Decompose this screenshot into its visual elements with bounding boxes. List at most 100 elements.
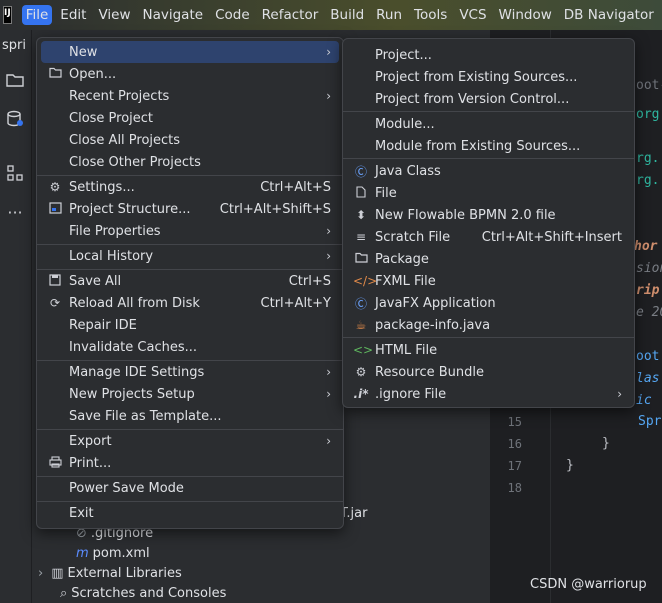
package-info-icon: ☕ [355, 318, 367, 332]
new-fxml-file[interactable]: </> FXML File [347, 270, 630, 292]
code-line[interactable]: } [566, 458, 574, 473]
file-menu-settings[interactable]: ⚙ Settings... Ctrl+Alt+S [41, 176, 339, 198]
file-menu-print[interactable]: Print... [41, 452, 339, 474]
file-menu-local-history[interactable]: Local History › [41, 245, 339, 267]
tree-item-jar[interactable]: T.jar [340, 506, 367, 521]
new-package[interactable]: Package [347, 248, 630, 270]
html-icon: <> [353, 343, 374, 357]
menu-item-label: Close All Projects [69, 132, 181, 148]
new-submenu: Project... Project from Existing Sources… [342, 38, 635, 408]
new-module-from-existing-sources[interactable]: Module from Existing Sources... [347, 135, 630, 157]
menu-item-label: Local History [69, 248, 154, 264]
code-line[interactable]: Spr [638, 414, 661, 429]
file-menu-new[interactable]: New › [41, 41, 339, 63]
file-menu-power-save-mode[interactable]: Power Save Mode [41, 477, 339, 499]
menu-item-label: Save All [69, 273, 122, 289]
chevron-right-icon: › [326, 365, 331, 379]
file-menu-save-all[interactable]: Save All Ctrl+S [41, 270, 339, 292]
menu-item-label: File [375, 185, 397, 201]
new-file[interactable]: File [347, 182, 630, 204]
file-menu-file-properties[interactable]: File Properties › [41, 220, 339, 242]
file-menu-recent-projects[interactable]: Recent Projects › [41, 85, 339, 107]
menu-navigate[interactable]: Navigate [143, 7, 204, 23]
menu-view[interactable]: View [98, 7, 130, 23]
file-menu-close-other-projects[interactable]: Close Other Projects [41, 151, 339, 173]
file-menu-invalidate-caches[interactable]: Invalidate Caches... [41, 336, 339, 358]
menu-window[interactable]: Window [499, 7, 552, 23]
new-project-from-vcs[interactable]: Project from Version Control... [347, 88, 630, 110]
menu-code[interactable]: Code [215, 7, 250, 23]
menu-file[interactable]: File [21, 5, 53, 25]
tool-window-strip: ··· [0, 30, 32, 603]
file-menu-project-structure[interactable]: Project Structure... Ctrl+Alt+Shift+S [41, 198, 339, 220]
file-menu-manage-ide-settings[interactable]: Manage IDE Settings › [41, 361, 339, 383]
menu-item-label: New Projects Setup [69, 386, 195, 402]
resource-bundle-icon: ⚙ [355, 365, 367, 379]
menu-tools[interactable]: Tools [414, 7, 447, 23]
scratch-file-icon: ≡ [355, 230, 367, 244]
menu-item-label: Recent Projects [69, 88, 170, 104]
menu-item-label: Project from Version Control... [375, 91, 570, 107]
new-resource-bundle[interactable]: ⚙ Resource Bundle [347, 361, 630, 383]
new-javafx-application[interactable]: Ⓒ JavaFX Application [347, 292, 630, 314]
menu-edit[interactable]: Edit [60, 7, 86, 23]
code-fragment: ic [636, 393, 652, 408]
new-ignore-file[interactable]: .i* .ignore File › [347, 383, 630, 405]
menu-item-label: package-info.java [375, 317, 491, 333]
file-menu-exit[interactable]: Exit [41, 502, 339, 524]
menu-vcs[interactable]: VCS [459, 7, 486, 23]
more-icon[interactable]: ··· [4, 202, 26, 224]
file-menu-export[interactable]: Export › [41, 430, 339, 452]
scratches-icon: ⌕ [60, 586, 68, 601]
new-scratch-file[interactable]: ≡ Scratch File Ctrl+Alt+Shift+Insert [347, 226, 630, 248]
code-fragment: oot [636, 349, 660, 364]
file-menu-close-project[interactable]: Close Project [41, 107, 339, 129]
database-icon[interactable] [4, 110, 26, 132]
menu-db-navigator[interactable]: DB Navigator [564, 7, 654, 23]
code-fragment: oot- [636, 78, 662, 93]
file-menu-repair-ide[interactable]: Repair IDE [41, 314, 339, 336]
menu-build[interactable]: Build [330, 7, 364, 23]
new-flowable-bpmn[interactable]: ⬍ New Flowable BPMN 2.0 file [347, 204, 630, 226]
reload-icon: ⟳ [49, 296, 61, 310]
line-number: 17 [507, 459, 522, 473]
menu-item-label: .ignore File [375, 386, 447, 402]
new-java-class[interactable]: Ⓒ Java Class [347, 160, 630, 182]
menu-item-label: New Flowable BPMN 2.0 file [375, 207, 556, 223]
tree-item-pom[interactable]: m pom.xml [76, 546, 150, 561]
tree-item-scratches[interactable]: ⌕ Scratches and Consoles [60, 586, 226, 601]
new-html-file[interactable]: <> HTML File [347, 339, 630, 361]
file-menu-open[interactable]: Open... [41, 63, 339, 85]
line-number: 16 [507, 437, 522, 451]
new-project[interactable]: Project... [347, 44, 630, 66]
menu-item-label: Print... [69, 455, 112, 471]
file-menu-close-all-projects[interactable]: Close All Projects [41, 129, 339, 151]
menu-separator [343, 158, 634, 159]
structure-icon[interactable] [4, 164, 26, 186]
menu-item-label: Java Class [375, 163, 441, 179]
menu-item-label: Power Save Mode [69, 480, 184, 496]
new-module[interactable]: Module... [347, 113, 630, 135]
tree-item-external-libraries[interactable]: › ▥ External Libraries [38, 566, 182, 581]
project-folder-icon[interactable] [4, 72, 26, 94]
new-package-info[interactable]: ☕ package-info.java [347, 314, 630, 336]
menu-run[interactable]: Run [376, 7, 402, 23]
watermark: CSDN @warriorup [530, 577, 647, 592]
menu-item-label: Manage IDE Settings [69, 364, 205, 380]
new-project-from-existing-sources[interactable]: Project from Existing Sources... [347, 66, 630, 88]
menu-refactor[interactable]: Refactor [262, 7, 319, 23]
menu-item-label: Module... [375, 116, 435, 132]
print-icon [47, 455, 63, 471]
code-line[interactable]: } [602, 436, 610, 451]
menu-separator [343, 111, 634, 112]
chevron-right-icon: › [38, 566, 44, 581]
file-menu-reload-all[interactable]: ⟳ Reload All from Disk Ctrl+Alt+Y [41, 292, 339, 314]
line-number: 15 [507, 415, 522, 429]
file-menu-new-projects-setup[interactable]: New Projects Setup › [41, 383, 339, 405]
code-fragment: e 20 [636, 305, 662, 320]
menu-item-label: Settings... [69, 179, 135, 195]
file-menu-save-as-template[interactable]: Save File as Template... [41, 405, 339, 427]
menu-item-label: Invalidate Caches... [69, 339, 198, 355]
project-root-label[interactable]: spri [2, 38, 26, 53]
app-logo-icon[interactable]: IJ [3, 6, 12, 24]
